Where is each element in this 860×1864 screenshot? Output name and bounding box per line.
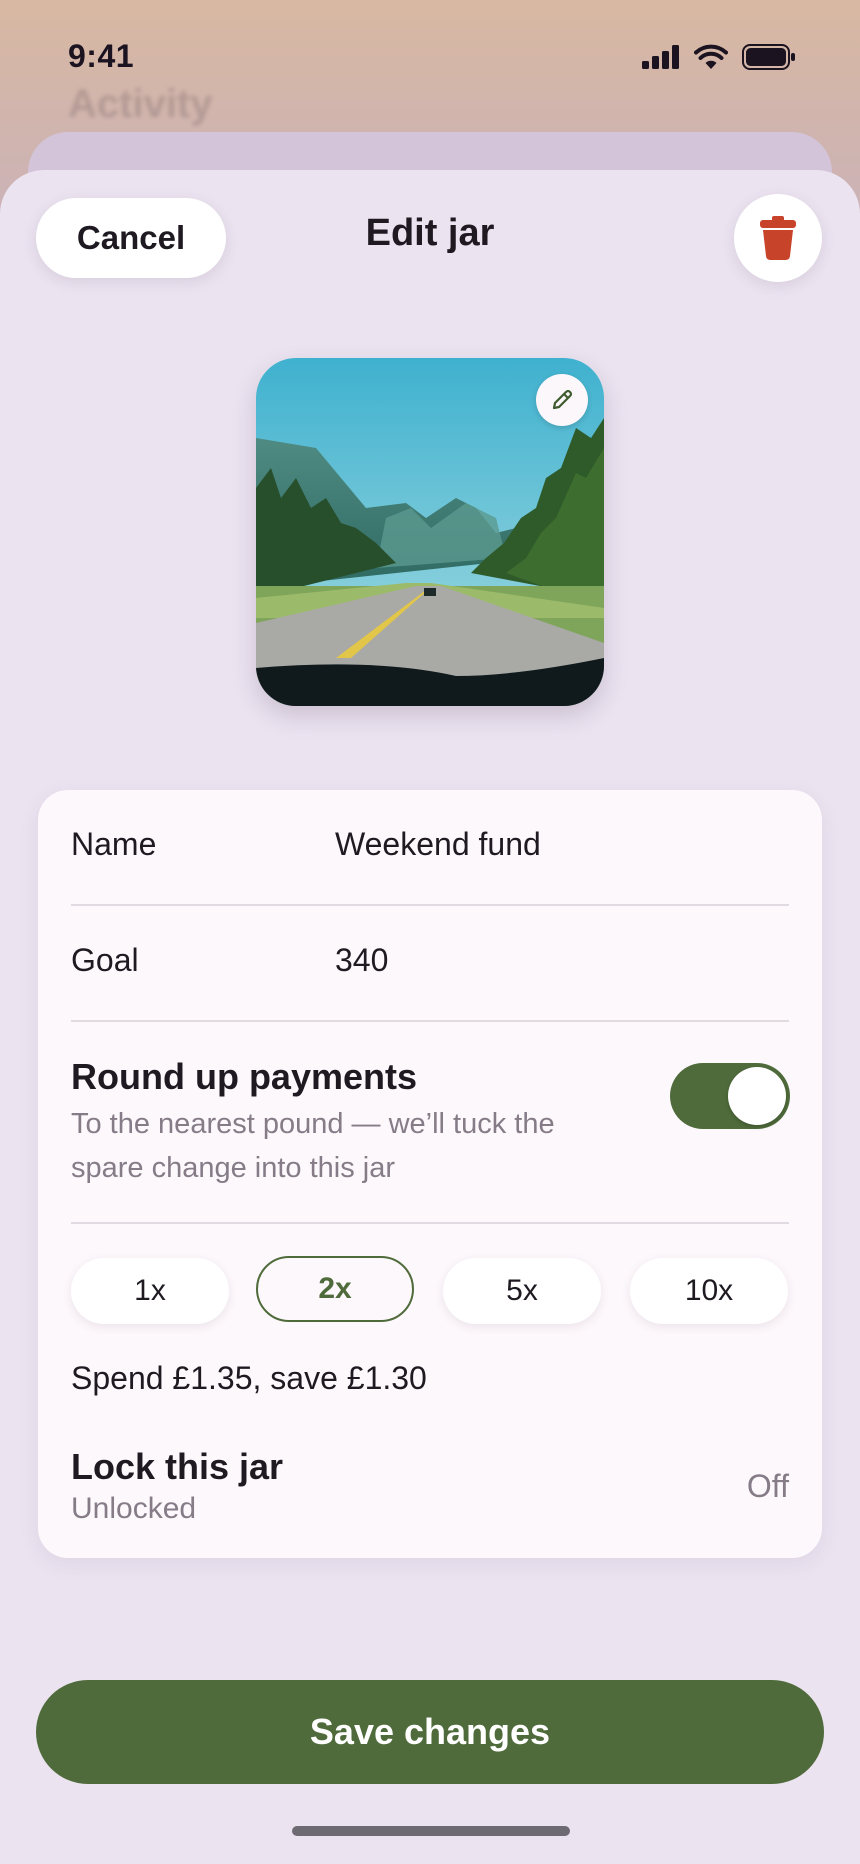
wifi-icon — [694, 44, 728, 69]
divider — [71, 904, 789, 906]
round-up-description: To the nearest pound — we’ll tuck the sp… — [71, 1108, 555, 1184]
name-label: Name — [71, 826, 157, 862]
jar-photo[interactable] — [256, 358, 604, 706]
delete-button[interactable] — [734, 194, 822, 282]
multiplier-10x[interactable]: 10x — [630, 1258, 788, 1324]
round-up-title: Round up payments — [71, 1056, 418, 1097]
status-icons — [642, 44, 796, 70]
edit-photo-button[interactable] — [536, 374, 588, 426]
lock-jar-title[interactable]: Lock this jar — [71, 1446, 283, 1488]
lock-jar-status[interactable]: Off — [747, 1468, 789, 1505]
goal-label: Goal — [71, 942, 139, 978]
round-up-toggle[interactable] — [670, 1063, 790, 1129]
pencil-icon — [552, 389, 573, 410]
signal-icon — [642, 45, 679, 69]
spend-save-summary: Spend £1.35, save £1.30 — [71, 1360, 427, 1396]
jar-settings-card: Name Weekend fund Goal 340 Round up paym… — [38, 790, 822, 1558]
status-time: 9:41 — [68, 38, 135, 74]
multiplier-2x[interactable]: 2x — [256, 1256, 414, 1322]
trash-icon — [760, 216, 796, 260]
sheet-title: Edit jar — [365, 212, 495, 254]
goal-field[interactable]: 340 — [335, 942, 388, 979]
multiplier-5x[interactable]: 5x — [443, 1258, 601, 1324]
save-changes-button[interactable]: Save changes — [36, 1680, 824, 1784]
edit-jar-sheet: Cancel Edit jar Name Weekend fund Goal 3… — [0, 170, 860, 1864]
name-field[interactable]: Weekend fund — [335, 826, 541, 863]
divider — [71, 1222, 789, 1224]
toggle-knob — [728, 1067, 786, 1125]
status-bar: 9:41 — [0, 0, 860, 120]
divider — [71, 1020, 789, 1022]
lock-jar-subtitle: Unlocked — [71, 1492, 197, 1525]
battery-icon — [742, 44, 795, 70]
multiplier-1x[interactable]: 1x — [71, 1258, 229, 1324]
home-indicator — [292, 1826, 570, 1836]
